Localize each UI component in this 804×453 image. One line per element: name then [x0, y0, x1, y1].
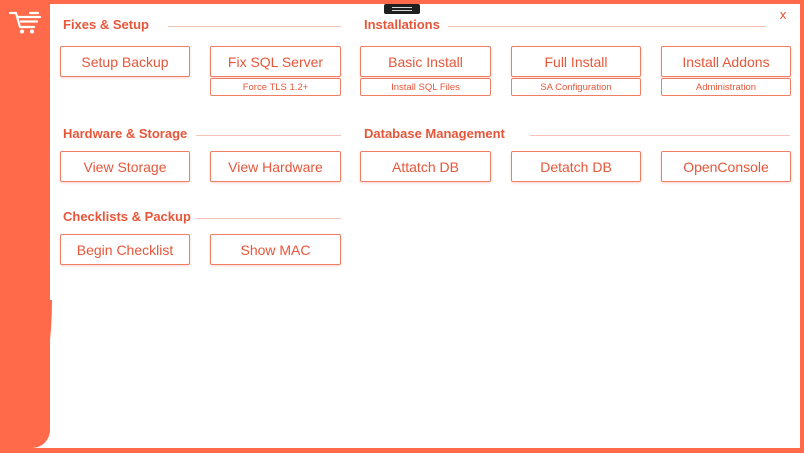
full-install-button[interactable]: Full Install	[511, 46, 641, 77]
administration-button[interactable]: Administration	[661, 78, 791, 96]
app-window: x Fixes & Setup Installations Setup Back…	[0, 0, 804, 453]
section-divider	[530, 135, 790, 136]
close-button[interactable]: x	[776, 8, 790, 24]
open-console-button[interactable]: OpenConsole	[661, 151, 791, 182]
drag-handle-icon[interactable]	[384, 4, 420, 14]
section-title-installations: Installations	[364, 17, 440, 32]
show-mac-button[interactable]: Show MAC	[210, 234, 341, 265]
setup-backup-button[interactable]: Setup Backup	[60, 46, 190, 77]
begin-checklist-button[interactable]: Begin Checklist	[60, 234, 190, 265]
view-hardware-button[interactable]: View Hardware	[210, 151, 341, 182]
sa-configuration-button[interactable]: SA Configuration	[511, 78, 641, 96]
install-addons-button[interactable]: Install Addons	[661, 46, 791, 77]
section-divider	[196, 218, 341, 219]
section-title-database-management: Database Management	[364, 126, 505, 141]
force-tls-button[interactable]: Force TLS 1.2+	[210, 78, 341, 96]
section-title-hardware-storage: Hardware & Storage	[63, 126, 188, 141]
section-title-checklists-packup: Checklists & Packup	[63, 209, 191, 224]
section-divider	[196, 135, 341, 136]
section-title-fixes-setup: Fixes & Setup	[63, 17, 149, 32]
section-divider	[168, 26, 341, 27]
attach-db-button[interactable]: Attatch DB	[360, 151, 491, 182]
cart-icon	[8, 11, 42, 34]
install-sql-files-button[interactable]: Install SQL Files	[360, 78, 491, 96]
fix-sql-server-button[interactable]: Fix SQL Server	[210, 46, 341, 77]
view-storage-button[interactable]: View Storage	[60, 151, 190, 182]
basic-install-button[interactable]: Basic Install	[360, 46, 491, 77]
section-divider	[448, 26, 766, 27]
detach-db-button[interactable]: Detatch DB	[511, 151, 641, 182]
